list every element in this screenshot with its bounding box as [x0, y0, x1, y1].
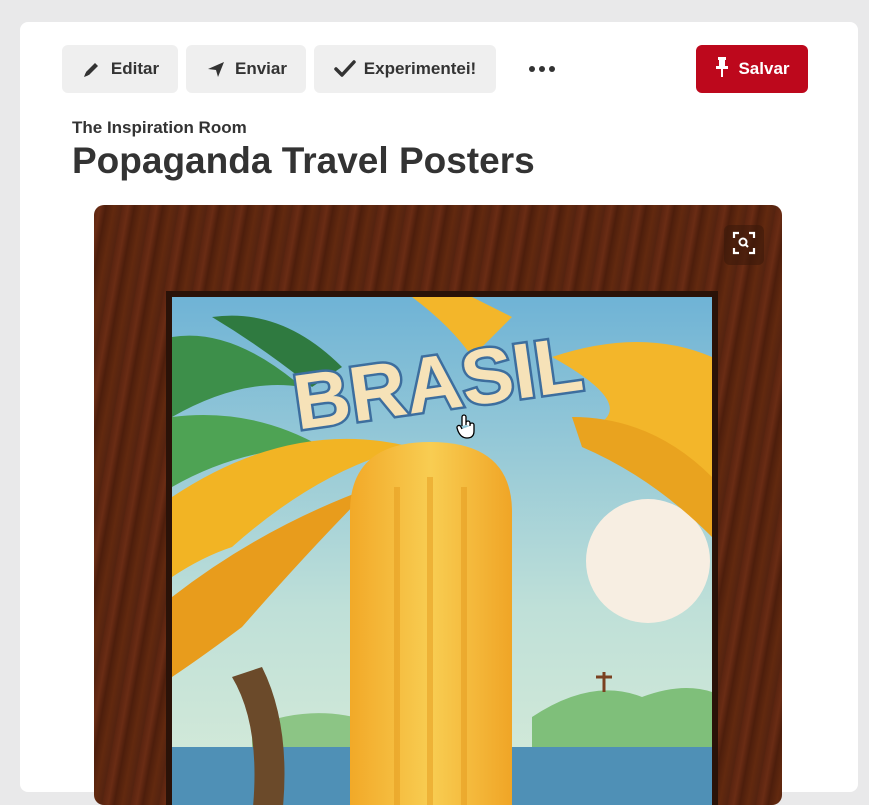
pencil-icon: [81, 58, 103, 80]
send-label: Enviar: [235, 59, 287, 78]
save-label: Salvar: [738, 59, 790, 78]
poster-frame: BRASIL: [166, 291, 718, 805]
pin-card: Editar Enviar Experimentei! Salvar The I…: [20, 22, 858, 805]
visual-search-button[interactable]: [724, 225, 764, 265]
send-button[interactable]: Enviar: [186, 45, 306, 93]
edit-label: Editar: [110, 59, 160, 78]
more-options-button[interactable]: [522, 45, 562, 93]
brasil-poster-image: BRASIL: [172, 297, 712, 805]
ellipsis-dot: [539, 66, 545, 72]
edit-button[interactable]: Editar: [62, 45, 178, 93]
pin-title: Popaganda Travel Posters: [72, 140, 535, 181]
tried-it-button[interactable]: Experimentei!: [314, 45, 496, 93]
pin-source-link[interactable]: The Inspiration Room: [72, 118, 247, 138]
save-button[interactable]: Salvar: [696, 45, 808, 93]
hand-cursor-icon: [455, 414, 477, 445]
tried-it-label: Experimentei!: [363, 59, 477, 78]
visual-search-icon: [732, 231, 756, 260]
pushpin-icon: [714, 56, 730, 83]
pin-toolbar: Editar Enviar Experimentei! Salvar: [62, 45, 808, 93]
pin-image[interactable]: BRASIL: [94, 205, 782, 805]
ellipsis-dot: [549, 66, 555, 72]
ellipsis-icon: [529, 66, 535, 72]
checkmark-icon: [334, 58, 356, 80]
send-icon: [205, 58, 227, 80]
